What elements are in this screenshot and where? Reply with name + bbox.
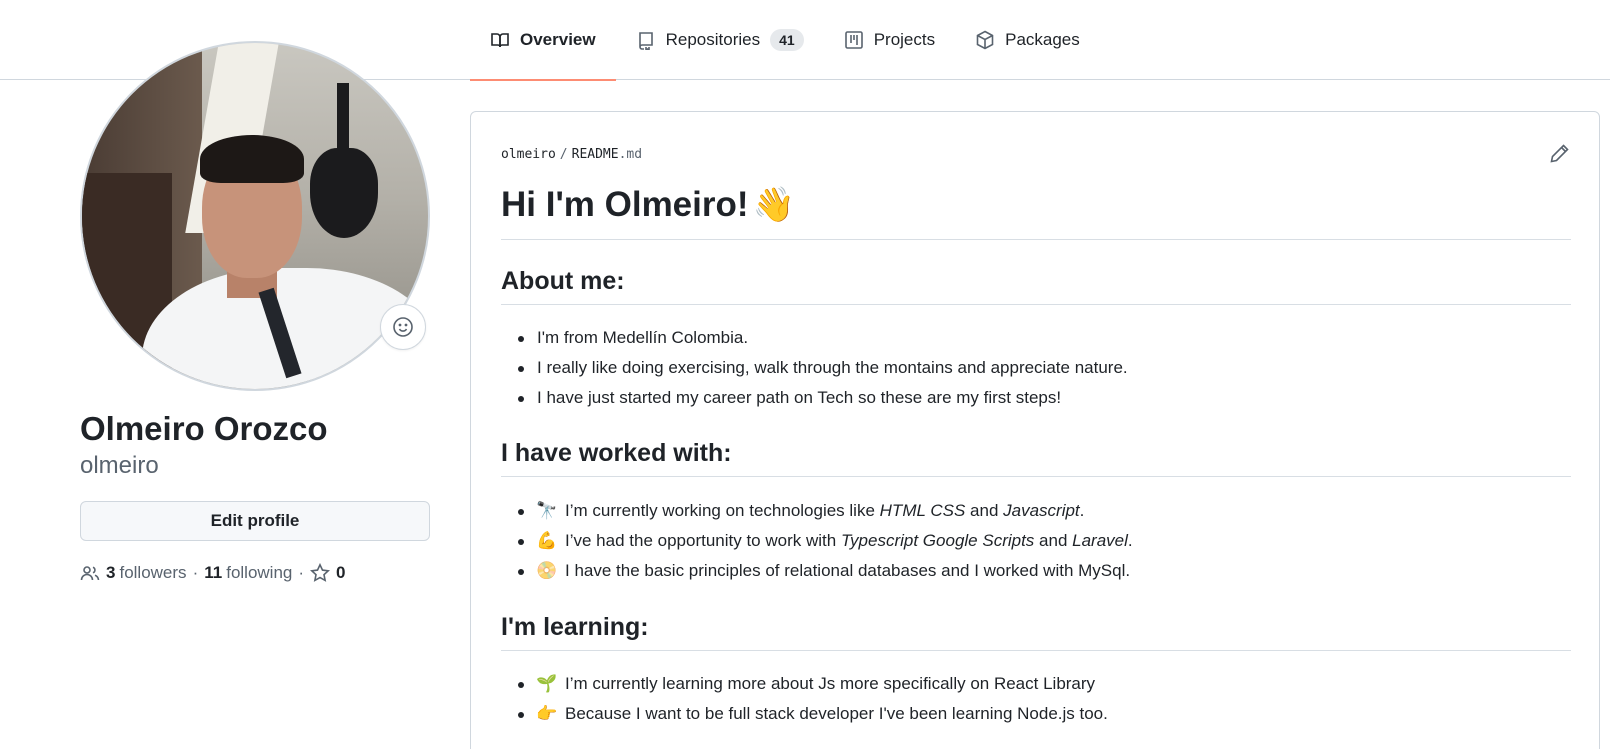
tab-label: Projects (873, 30, 936, 49)
tab-overview[interactable]: Overview (470, 0, 616, 81)
profile-name: Olmeiro Orozco (80, 410, 328, 447)
readme-file-link[interactable]: README.md (572, 147, 642, 162)
pointing-hand-icon: 👉 (536, 704, 558, 723)
list-item: 📀 I have the basic principles of relatio… (501, 556, 1571, 586)
list-item: 💪 I’ve had the opportunity to work with … (501, 526, 1571, 556)
list-item: 👉 Because I want to be full stack develo… (501, 699, 1571, 729)
profile-login: olmeiro (80, 452, 159, 479)
avatar-image (80, 41, 430, 391)
waving-hand-icon: 👋 (752, 186, 795, 224)
set-status-button[interactable] (380, 304, 426, 350)
telescope-icon: 🔭 (536, 501, 558, 520)
repo-count-badge: 41 (770, 29, 804, 51)
profile-tabs: Overview Repositories 41 Projects Packag… (470, 0, 1100, 81)
avatar[interactable] (80, 41, 430, 391)
list-item-text: I'm from Medellín Colombia. (537, 328, 749, 347)
list-item: I'm from Medellín Colombia. (501, 323, 1571, 353)
list-item: 🔭 I’m currently working on technologies … (501, 496, 1571, 526)
worked-with-list: 🔭 I’m currently working on technologies … (501, 496, 1571, 586)
readme-file-name: README (571, 147, 619, 162)
tab-projects[interactable]: Projects (824, 0, 955, 80)
following-count: 11 (204, 563, 223, 582)
project-icon (844, 31, 863, 49)
list-item-text: I’ve had the opportunity to work with Ty… (565, 531, 1133, 550)
seedling-icon: 🌱 (536, 674, 558, 693)
list-item-text: I’m currently learning more about Js mor… (565, 674, 1096, 693)
flexed-biceps-icon: 💪 (536, 531, 558, 550)
tab-repositories[interactable]: Repositories 41 (616, 0, 824, 80)
followers-link[interactable]: 3 followers (80, 563, 187, 583)
followers-label: followers (119, 563, 187, 582)
path-separator: / (559, 147, 568, 162)
smiley-icon (393, 317, 413, 337)
list-item: I really like doing exercising, walk thr… (501, 353, 1571, 383)
list-item-text: Because I want to be full stack develope… (565, 704, 1108, 723)
package-icon (976, 30, 994, 50)
tab-packages[interactable]: Packages (955, 0, 1100, 80)
list-item-text: I have just started my career path on Te… (537, 388, 1062, 407)
followers-count: 3 (106, 563, 116, 582)
separator: · (298, 563, 305, 582)
about-me-list: I'm from Medellín Colombia. I really lik… (501, 323, 1571, 413)
dvd-icon: 📀 (536, 561, 558, 580)
tab-label: Repositories (665, 30, 761, 49)
separator: · (192, 563, 199, 582)
readme-owner-link[interactable]: olmeiro (501, 147, 556, 162)
readme-path: olmeiro / README.md (501, 147, 642, 162)
following-label: following (226, 563, 293, 582)
list-item-text: I have the basic principles of relationa… (565, 561, 1131, 580)
list-item-text: I really like doing exercising, walk thr… (537, 358, 1128, 377)
tab-label: Packages (1005, 30, 1080, 49)
profile-readme: olmeiro / README.md Hi I'm Olmeiro! 👋 Abou… (470, 111, 1600, 749)
readme-file-ext: .md (618, 147, 643, 162)
repo-icon (638, 32, 653, 50)
readme-title: Hi I'm Olmeiro! 👋 (501, 185, 1571, 240)
stars-link[interactable]: 0 (310, 563, 349, 583)
people-icon (80, 566, 100, 581)
section-heading: I have worked with: (501, 439, 1571, 477)
section-heading: About me: (501, 267, 1571, 305)
list-item: I have just started my career path on Te… (501, 383, 1571, 413)
follow-stats: 3 followers · 11 following · 0 (80, 563, 350, 583)
edit-readme-button[interactable] (1549, 142, 1571, 164)
following-link[interactable]: 11 following (204, 563, 292, 583)
list-item: 🌱 I’m currently learning more about Js m… (501, 669, 1571, 699)
tab-label: Overview (520, 30, 596, 49)
pencil-icon (1550, 144, 1569, 163)
star-icon (310, 563, 331, 582)
list-item-text: I’m currently working on technologies li… (565, 501, 1085, 520)
book-icon (491, 33, 509, 48)
stars-count: 0 (336, 563, 346, 582)
readme-title-text: Hi I'm Olmeiro! (501, 185, 749, 224)
learning-list: 🌱 I’m currently learning more about Js m… (501, 669, 1571, 729)
section-heading: I'm learning: (501, 613, 1571, 651)
edit-profile-button[interactable]: Edit profile (80, 501, 430, 541)
